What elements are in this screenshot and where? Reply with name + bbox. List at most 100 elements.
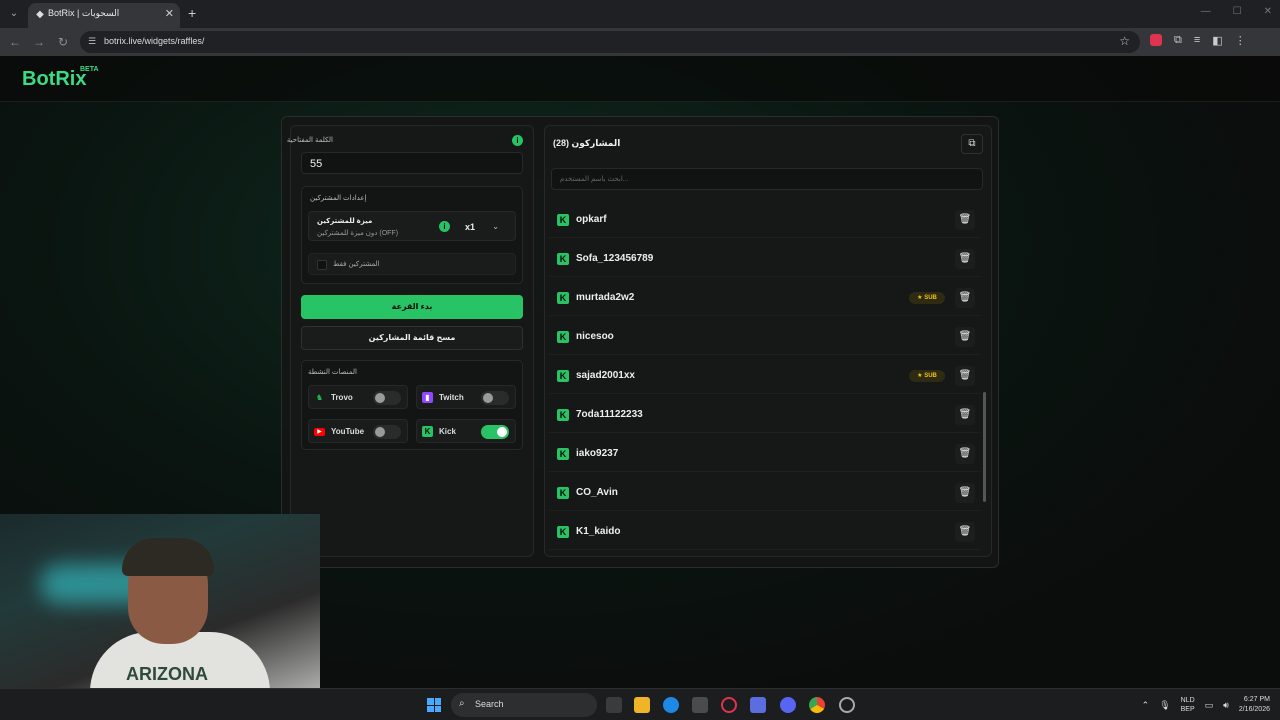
delete-participant-button[interactable]: 🗑︎ xyxy=(955,444,975,464)
volume-icon[interactable]: 🔊︎ xyxy=(1223,700,1229,711)
network-icon[interactable]: ▭ xyxy=(1205,700,1214,711)
menu-icon[interactable]: ⋮ xyxy=(1235,34,1246,47)
platform-twitch: ▮ Twitch xyxy=(416,385,516,409)
windows-start-icon[interactable] xyxy=(427,698,441,712)
browser-toolbar: ← → ↻ ☰ botrix.live/widgets/raffles/ ☆ ⧉… xyxy=(0,28,1280,56)
kick-icon: K xyxy=(557,331,569,343)
raffle-widget: الكلمة المفتاحية i 55 إعدادات المشتركين … xyxy=(281,116,999,568)
sub-info-icon[interactable]: i xyxy=(439,221,450,232)
trovo-toggle[interactable] xyxy=(373,391,401,405)
language-indicator[interactable]: NLD BEP xyxy=(1181,696,1195,714)
beta-badge: BETA xyxy=(80,66,99,73)
twitch-toggle[interactable] xyxy=(481,391,509,405)
platform-name: Trovo xyxy=(331,393,353,402)
close-window-icon[interactable]: ✕ xyxy=(1264,6,1272,17)
close-tab-icon[interactable]: ✕ xyxy=(165,7,174,20)
chrome-icon[interactable] xyxy=(809,697,825,713)
new-tab-button[interactable]: + xyxy=(188,5,196,21)
kick-icon: K xyxy=(557,526,569,538)
puzzle-icon[interactable]: ⧉ xyxy=(1174,34,1182,47)
sub-badge: ★ SUB xyxy=(909,292,945,304)
minimize-icon[interactable]: — xyxy=(1201,6,1211,17)
bookmark-star-icon[interactable]: ☆ xyxy=(1119,34,1130,48)
participant-row: K CO_Avin 🗑︎ xyxy=(549,475,981,511)
delete-participant-button[interactable]: 🗑︎ xyxy=(955,483,975,503)
botrix-logo[interactable]: BotRix xyxy=(22,68,86,91)
reading-list-icon[interactable]: ≡ xyxy=(1194,34,1200,47)
settings-icon[interactable] xyxy=(839,697,855,713)
info-icon[interactable]: i xyxy=(512,135,523,146)
site-info-icon[interactable]: ☰ xyxy=(88,36,96,47)
delete-participant-button[interactable]: 🗑︎ xyxy=(955,210,975,230)
kick-icon: K xyxy=(557,448,569,460)
opera-icon[interactable] xyxy=(721,697,737,713)
discord-icon[interactable] xyxy=(780,697,796,713)
kick-icon: K xyxy=(557,292,569,304)
sub-badge: ★ SUB xyxy=(909,370,945,382)
scrollbar-thumb[interactable] xyxy=(983,392,986,502)
multiplier-select[interactable]: x1 ⌄ xyxy=(459,218,505,236)
participants-list: Kopkarf 🗑︎ K Sofa_123456789 🗑︎ Kmurtada2w2 ★ S… xyxy=(545,202,985,554)
store-icon[interactable] xyxy=(692,697,708,713)
participant-name: 7oda11122233 xyxy=(576,409,643,420)
tab-search-icon[interactable]: ⌄ xyxy=(6,6,22,22)
start-raffle-button[interactable]: بدء القرعة xyxy=(301,295,523,319)
keyword-input[interactable]: 55 xyxy=(301,152,523,174)
platform-name: YouTube xyxy=(331,427,365,436)
platforms-title: المنصات النشطة xyxy=(308,369,357,376)
app-icon[interactable] xyxy=(750,697,766,713)
back-button[interactable]: ← xyxy=(8,35,22,49)
youtube-toggle[interactable] xyxy=(373,425,401,439)
forward-button[interactable]: → xyxy=(32,35,46,49)
kick-icon: K xyxy=(557,370,569,382)
kick-icon: K xyxy=(422,426,433,437)
kick-icon: K xyxy=(557,253,569,265)
kick-toggle[interactable] xyxy=(481,425,509,439)
system-tray: ⌃ 🎙︎ NLD BEP ▭ 🔊︎ 6:27 PM 2/16/2026 xyxy=(1142,695,1270,715)
task-view-icon[interactable] xyxy=(606,697,622,713)
participant-search-input[interactable]: ابحث باسم المستخدم... xyxy=(551,168,983,190)
subscribers-only-option[interactable]: المشتركين فقط xyxy=(308,253,516,275)
platform-name: Kick xyxy=(439,427,456,436)
participant-name: murtada2w2 xyxy=(576,292,635,303)
participant-row: Kmurtada2w2 ★ SUB 🗑︎ xyxy=(549,280,981,316)
delete-participant-button[interactable]: 🗑︎ xyxy=(955,405,975,425)
keyboard-layout: BEP xyxy=(1180,706,1195,713)
taskbar-search[interactable]: ⌕ Search xyxy=(451,693,597,717)
clear-participants-button[interactable]: مسح قائمة المشاركين xyxy=(301,326,523,350)
raffle-settings-panel: الكلمة المفتاحية i 55 إعدادات المشتركين … xyxy=(287,125,534,557)
participant-row: Kiako9237 🗑︎ xyxy=(549,436,981,472)
copy-icon[interactable]: ⧉ xyxy=(961,134,983,154)
maximize-icon[interactable]: ☐ xyxy=(1233,6,1242,17)
delete-participant-button[interactable]: 🗑︎ xyxy=(955,249,975,269)
address-bar[interactable]: ☰ botrix.live/widgets/raffles/ ☆ xyxy=(80,31,1140,53)
file-explorer-icon[interactable] xyxy=(634,697,650,713)
language-code: NLD xyxy=(1180,697,1195,704)
botrix-favicon-icon: ◆ xyxy=(36,9,44,20)
microphone-icon[interactable]: 🎙︎ xyxy=(1159,700,1170,711)
taskbar: ⌕ Search ⌃ 🎙︎ NLD BEP ▭ 🔊︎ 6:27 PM 2/16/… xyxy=(0,688,1280,720)
delete-participant-button[interactable]: 🗑︎ xyxy=(955,366,975,386)
delete-participant-button[interactable]: 🗑︎ xyxy=(955,522,975,542)
participants-panel: المشاركون (28) ⧉ ابحث باسم المستخدم... K… xyxy=(544,125,992,557)
extension-icon[interactable] xyxy=(1150,34,1162,46)
participant-row: Ksajad2001xx ★ SUB 🗑︎ xyxy=(549,358,981,394)
delete-participant-button[interactable]: 🗑︎ xyxy=(955,288,975,308)
browser-tab[interactable]: ◆ BotRix | السحوبات ✕ xyxy=(28,3,180,28)
participant-row: K Sofa_123456789 🗑︎ xyxy=(549,241,981,277)
delete-participant-button[interactable]: 🗑︎ xyxy=(955,327,975,347)
participant-name: iako9237 xyxy=(576,448,619,459)
scrollbar[interactable] xyxy=(983,202,987,554)
chevron-up-icon[interactable]: ⌃ xyxy=(1142,700,1150,711)
reload-button[interactable]: ↻ xyxy=(56,35,70,49)
multiplier-value: x1 xyxy=(465,222,476,232)
clock[interactable]: 6:27 PM 2/16/2026 xyxy=(1239,695,1270,715)
profile-icon[interactable]: ◧ xyxy=(1212,34,1222,47)
kick-icon: K xyxy=(557,487,569,499)
tab-title: BotRix | السحوبات xyxy=(48,8,120,18)
edge-icon[interactable] xyxy=(663,697,679,713)
subscribers-only-label: المشتركين فقط xyxy=(333,261,380,268)
twitch-icon: ▮ xyxy=(422,392,433,403)
platform-youtube: ▶ YouTube xyxy=(308,419,408,443)
subscribers-only-checkbox[interactable] xyxy=(317,260,327,270)
